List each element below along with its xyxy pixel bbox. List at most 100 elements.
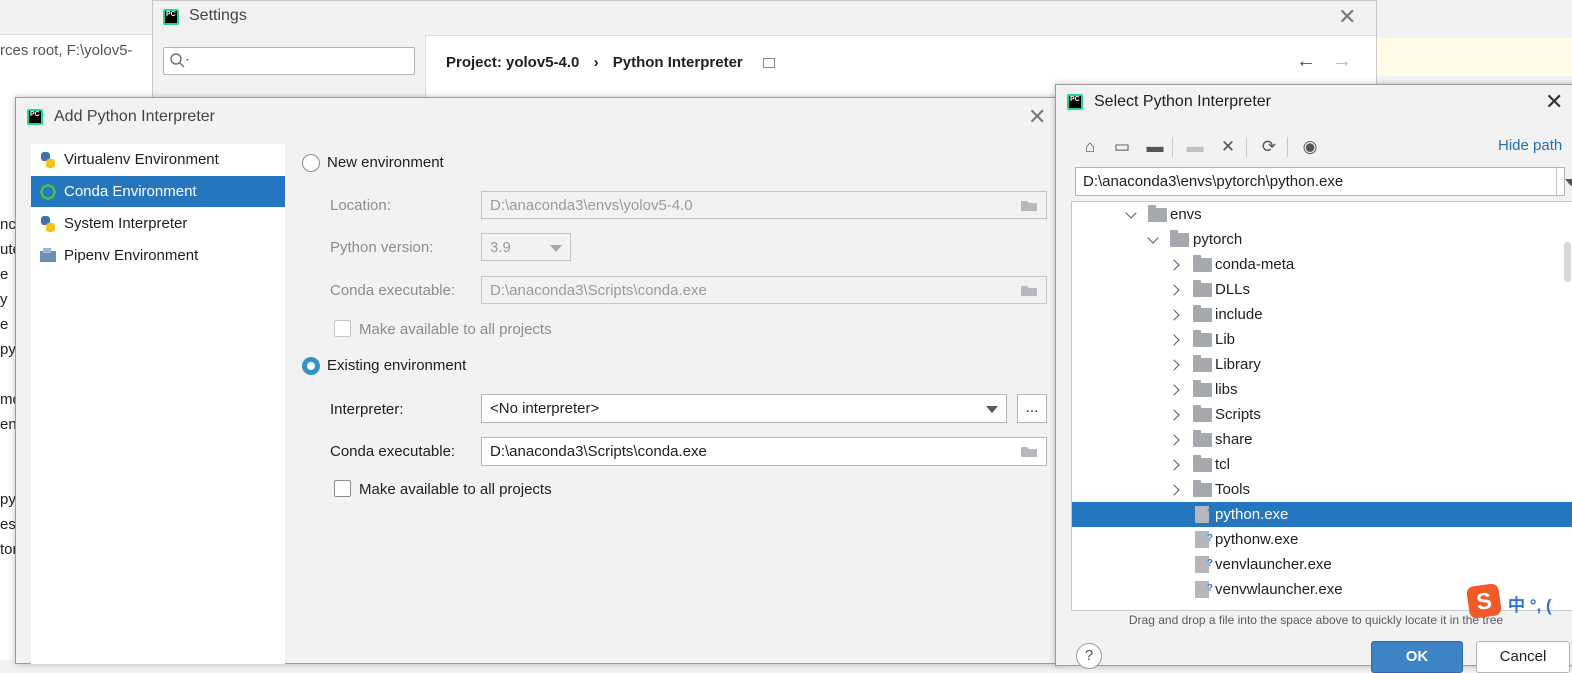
path-input[interactable]: D:\anaconda3\envs\pytorch\python.exe	[1075, 167, 1572, 196]
cancel-button[interactable]: Cancel	[1476, 641, 1570, 673]
delete-icon[interactable]: ✕	[1217, 137, 1239, 157]
tree-row-scripts[interactable]: Scripts	[1072, 402, 1572, 427]
chevron-right-icon[interactable]	[1168, 484, 1180, 496]
forward-arrow-icon[interactable]: →	[1332, 50, 1352, 73]
path-history-dropdown[interactable]	[1556, 168, 1572, 195]
python-file-icon	[1195, 551, 1213, 576]
close-icon[interactable]: ✕	[1338, 6, 1356, 28]
tree-label: Tools	[1215, 481, 1251, 498]
ok-button[interactable]: OK	[1371, 641, 1463, 673]
toolbar-separator	[1172, 137, 1173, 157]
ime-toolbar[interactable]: S 中 °, (	[1465, 582, 1572, 620]
home-icon[interactable]: ⌂	[1079, 137, 1101, 157]
chevron-right-icon[interactable]	[1168, 359, 1180, 371]
editor-path-text: rces root, F:\yolov5-	[0, 42, 133, 59]
breadcrumb: Project: yolov5-4.0 › Python Interpreter	[446, 54, 775, 71]
conda-executable-value: D:\anaconda3\Scripts\conda.exe	[490, 443, 707, 460]
env-item-label: System Interpreter	[64, 215, 188, 232]
interpreter-value: <No interpreter>	[490, 400, 600, 417]
tree-row-lib[interactable]: Lib	[1072, 327, 1572, 352]
python-version-select[interactable]: 3.9	[481, 233, 571, 261]
chevron-down-icon[interactable]	[1125, 207, 1137, 219]
tree-row-library[interactable]: Library	[1072, 352, 1572, 377]
tree-row-tools[interactable]: Tools	[1072, 477, 1572, 502]
browse-label: ...	[1025, 399, 1039, 416]
show-hidden-icon[interactable]: ◉	[1299, 137, 1321, 157]
breadcrumb-page: Python Interpreter	[612, 54, 743, 71]
make-available-checkbox[interactable]	[334, 320, 351, 337]
make-available-label: Make available to all projects	[359, 481, 552, 498]
tree-row-tcl[interactable]: tcl	[1072, 452, 1572, 477]
chevron-right-icon[interactable]	[1168, 459, 1180, 471]
interpreter-select[interactable]: <No interpreter>	[481, 394, 1007, 423]
folder-icon	[1170, 230, 1189, 247]
new-environment-radio[interactable]	[302, 154, 320, 172]
hide-path-link[interactable]: Hide path	[1498, 137, 1562, 154]
conda-executable-field[interactable]: D:\anaconda3\Scripts\conda.exe	[481, 437, 1047, 466]
env-item-pipenv[interactable]: Pipenv Environment	[31, 240, 285, 271]
tree-row-pytorch[interactable]: pytorch	[1072, 227, 1572, 252]
python-icon	[41, 216, 55, 232]
chevron-right-icon[interactable]	[1168, 309, 1180, 321]
location-field[interactable]: D:\anaconda3\envs\yolov5-4.0	[481, 191, 1047, 219]
tree-row-python-exe[interactable]: python.exe	[1072, 501, 1572, 527]
env-item-conda[interactable]: Conda Environment	[31, 176, 285, 207]
editor-fragment: nc	[0, 216, 16, 233]
folder-icon[interactable]	[1020, 199, 1038, 212]
close-icon[interactable]: ✕	[1545, 91, 1563, 113]
project-scope-icon	[762, 58, 775, 69]
env-item-virtualenv[interactable]: Virtualenv Environment	[31, 144, 285, 175]
back-arrow-icon[interactable]: ←	[1296, 50, 1316, 73]
tree-scrollbar[interactable]	[1564, 242, 1571, 282]
folder-icon[interactable]	[1020, 284, 1038, 297]
tree-label: Library	[1215, 356, 1261, 373]
existing-environment-radio[interactable]	[302, 357, 320, 375]
tree-row-envs[interactable]: envs	[1072, 202, 1572, 227]
project-folder-icon[interactable]: ▬	[1144, 137, 1166, 157]
chevron-right-icon[interactable]	[1168, 259, 1180, 271]
help-button[interactable]: ?	[1076, 643, 1102, 669]
tree-row-include[interactable]: include	[1072, 302, 1572, 327]
toolbar-separator	[1287, 137, 1288, 157]
close-icon[interactable]: ✕	[1028, 106, 1046, 128]
chevron-right-icon[interactable]	[1168, 284, 1180, 296]
tree-row-pythonw-exe[interactable]: pythonw.exe	[1072, 526, 1572, 552]
editor-fragment: y	[0, 291, 8, 308]
tree-row-venvlauncher-exe[interactable]: venvlauncher.exe	[1072, 551, 1572, 577]
chevron-down-icon[interactable]	[1147, 232, 1159, 244]
new-folder-icon[interactable]: ▬	[1184, 137, 1206, 157]
chevron-right-icon[interactable]	[1168, 334, 1180, 346]
python-version-label: Python version:	[330, 239, 434, 256]
settings-title: Settings	[189, 7, 247, 24]
folder-icon[interactable]	[1020, 445, 1038, 458]
tree-label: envs	[1170, 206, 1202, 223]
folder-icon	[1193, 255, 1212, 272]
editor-fragment: py	[0, 341, 16, 358]
python-version-value: 3.9	[490, 239, 511, 256]
tree-row-dlls[interactable]: DLLs	[1072, 277, 1572, 302]
make-available-checkbox[interactable]	[334, 480, 351, 497]
folder-icon	[1193, 430, 1212, 447]
tree-row-share[interactable]: share	[1072, 427, 1572, 452]
refresh-icon[interactable]: ⟳	[1258, 137, 1280, 157]
tree-label: Lib	[1215, 331, 1236, 348]
breadcrumb-project[interactable]: Project: yolov5-4.0	[446, 54, 579, 71]
desktop-icon[interactable]: ▭	[1111, 137, 1133, 157]
conda-executable-value: D:\anaconda3\Scripts\conda.exe	[490, 282, 707, 299]
folder-icon	[1193, 305, 1212, 322]
ime-mode-indicator[interactable]: 中 °, (	[1508, 591, 1552, 616]
settings-search-input[interactable]	[163, 47, 415, 75]
chevron-right-icon[interactable]	[1168, 434, 1180, 446]
env-item-label: Conda Environment	[64, 183, 197, 200]
editor-notification-bar	[1376, 38, 1572, 76]
conda-executable-field[interactable]: D:\anaconda3\Scripts\conda.exe	[481, 276, 1047, 304]
chevron-right-icon[interactable]	[1168, 409, 1180, 421]
tree-row-libs[interactable]: libs	[1072, 377, 1572, 402]
tree-row-conda-meta[interactable]: conda-meta	[1072, 252, 1572, 277]
make-available-label: Make available to all projects	[359, 321, 552, 338]
chevron-right-icon[interactable]	[1168, 384, 1180, 396]
browse-interpreter-button[interactable]: ...	[1017, 394, 1047, 423]
conda-icon	[40, 184, 56, 200]
editor-tab-strip	[0, 0, 160, 35]
env-item-system[interactable]: System Interpreter	[31, 208, 285, 239]
